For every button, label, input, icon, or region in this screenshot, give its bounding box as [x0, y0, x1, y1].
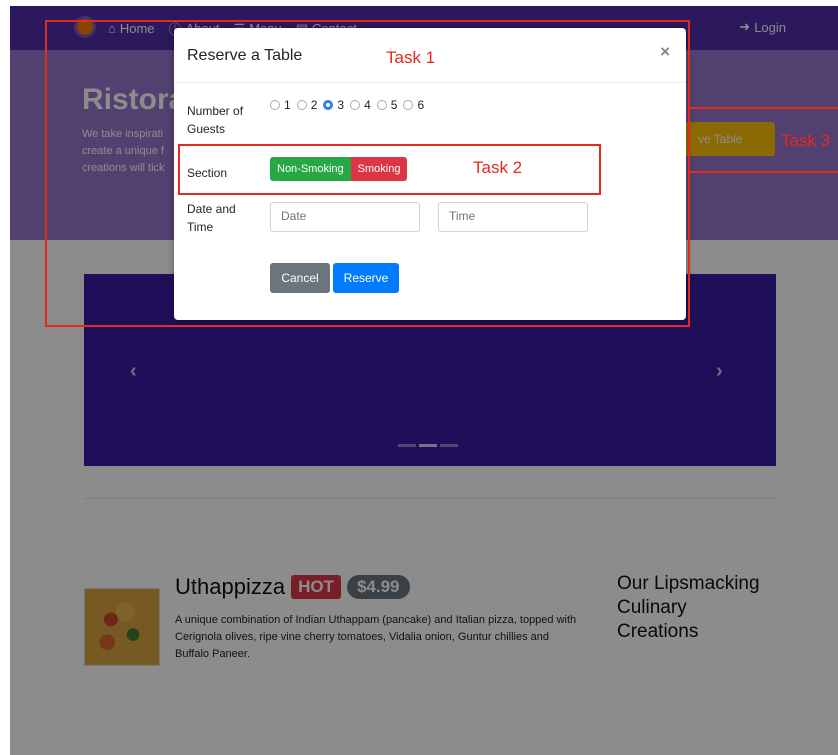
task2-annotation-label: Task 2 [473, 158, 523, 177]
task2-annotation-box [178, 144, 601, 195]
task1-annotation-label: Task 1 [386, 48, 436, 67]
task3-annotation-label: Task 3 [781, 131, 831, 150]
